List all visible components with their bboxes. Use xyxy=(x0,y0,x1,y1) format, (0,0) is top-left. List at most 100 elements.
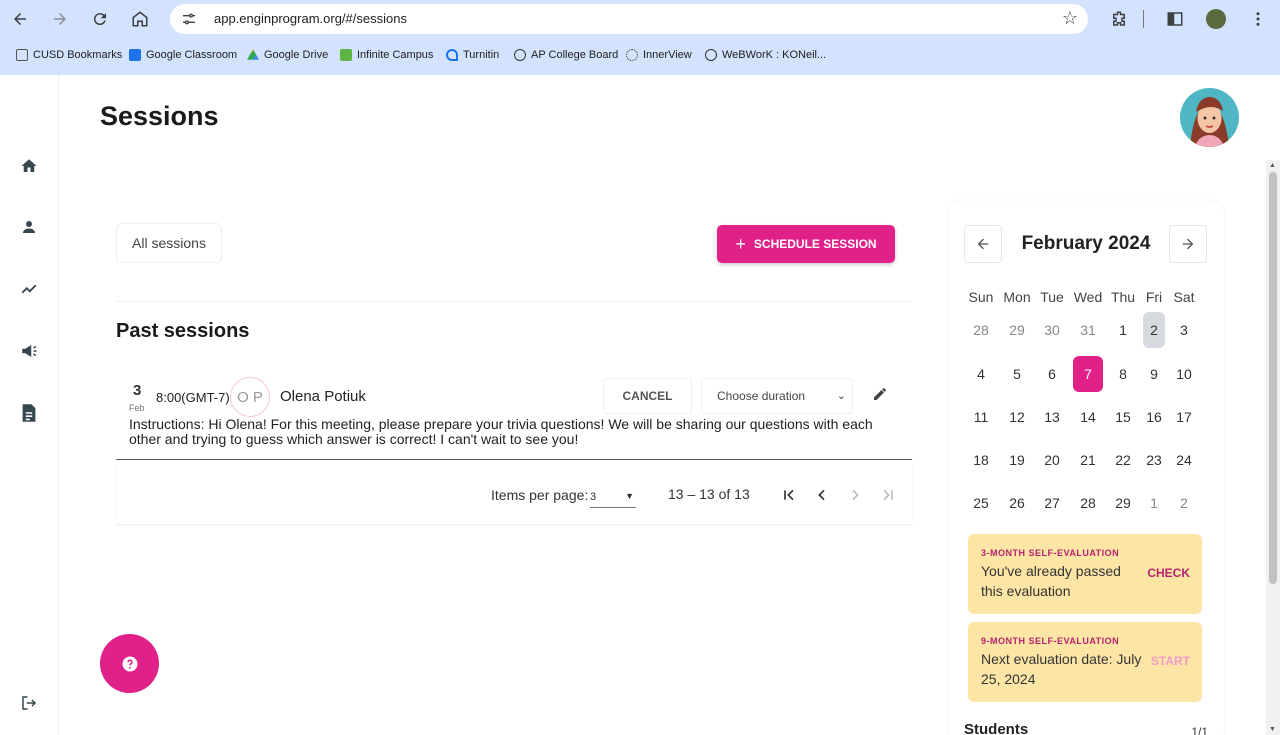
student-name[interactable]: Olena Potiuk xyxy=(280,388,366,405)
edit-pencil-icon[interactable] xyxy=(868,382,892,406)
calendar-day[interactable]: 19 xyxy=(1002,442,1032,478)
calendar-day[interactable]: 23 xyxy=(1139,442,1169,478)
back-icon[interactable] xyxy=(5,4,35,34)
calendar-day[interactable]: 11 xyxy=(966,399,996,435)
first-page-icon[interactable] xyxy=(776,482,802,508)
infinite-campus-icon xyxy=(340,49,352,61)
start-evaluation-button[interactable]: START xyxy=(1151,654,1190,668)
plus-icon: + xyxy=(735,233,746,254)
weekday-header: Fri xyxy=(1145,289,1163,305)
eval-text: Next evaluation date: July 25, 2024 xyxy=(981,651,1142,687)
home-icon[interactable] xyxy=(18,155,40,177)
weekday-header: Tue xyxy=(1040,289,1064,305)
session-instructions: Instructions: Hi Olena! For this meeting… xyxy=(129,416,873,447)
bookmark-star-icon[interactable]: ☆ xyxy=(1062,8,1078,29)
calendar-day[interactable]: 30 xyxy=(1037,312,1067,348)
calendar-day[interactable]: 8 xyxy=(1108,356,1138,392)
previous-page-icon[interactable] xyxy=(809,482,835,508)
progress-trend-icon[interactable] xyxy=(18,278,40,300)
calendar-day[interactable]: 13 xyxy=(1037,399,1067,435)
calendar-day[interactable]: 2 xyxy=(1143,312,1165,348)
calendar-day[interactable]: 27 xyxy=(1037,485,1067,521)
help-button[interactable] xyxy=(100,634,159,693)
next-page-icon[interactable] xyxy=(842,482,868,508)
bookmark-webwork[interactable]: WeBWorK : KONeil... xyxy=(705,49,826,61)
home-browser-icon[interactable] xyxy=(125,4,155,34)
calendar-month-title: February 2024 xyxy=(1021,233,1151,254)
calendar-day[interactable]: 18 xyxy=(966,442,996,478)
bookmark-innerview[interactable]: InnerView xyxy=(626,49,692,61)
dropdown-arrow-icon: ▼ xyxy=(625,491,634,501)
calendar-day[interactable]: 3 xyxy=(1169,312,1199,348)
calendar-day[interactable]: 29 xyxy=(1108,485,1138,521)
scroll-up-arrow-icon[interactable]: ▲ xyxy=(1269,162,1276,169)
calendar-day[interactable]: 29 xyxy=(1002,312,1032,348)
calendar-day[interactable]: 1 xyxy=(1108,312,1138,348)
classroom-icon xyxy=(129,49,141,61)
reload-icon[interactable] xyxy=(85,4,115,34)
check-evaluation-button[interactable]: CHECK xyxy=(1147,566,1190,580)
forward-icon[interactable] xyxy=(45,4,75,34)
schedule-session-button[interactable]: + SCHEDULE SESSION xyxy=(717,225,895,263)
calendar-day[interactable]: 15 xyxy=(1108,399,1138,435)
left-nav xyxy=(0,75,59,735)
site-settings-icon[interactable] xyxy=(178,9,200,29)
bookmark-ap-college-board[interactable]: AP College Board xyxy=(514,49,618,61)
calendar-day[interactable]: 17 xyxy=(1169,399,1199,435)
scroll-thumb[interactable] xyxy=(1269,172,1277,584)
all-sessions-filter[interactable]: All sessions xyxy=(116,223,222,263)
calendar-day[interactable]: 7 xyxy=(1073,356,1103,392)
calendar-card: February 2024 Sun Mon Tue Wed Thu Fri Sat 28 29 3… xyxy=(948,201,1224,735)
user-avatar[interactable] xyxy=(1180,88,1239,147)
calendar-day[interactable]: 2 xyxy=(1169,485,1199,521)
duration-placeholder: Choose duration xyxy=(717,389,806,403)
bookmarks-bar: CUSD Bookmarks Google Classroom Google D… xyxy=(0,46,1280,68)
profile-person-icon[interactable] xyxy=(18,216,40,238)
cancel-session-button[interactable]: CANCEL xyxy=(603,378,692,414)
items-per-page-value: 3 xyxy=(590,491,597,503)
document-icon[interactable] xyxy=(18,402,40,424)
calendar-day[interactable]: 12 xyxy=(1002,399,1032,435)
bookmark-infinite-campus[interactable]: Infinite Campus xyxy=(340,49,433,61)
side-panel-icon[interactable] xyxy=(1160,4,1190,34)
calendar-day[interactable]: 31 xyxy=(1073,312,1103,348)
calendar-day[interactable]: 9 xyxy=(1139,356,1169,392)
logout-icon[interactable] xyxy=(18,692,40,714)
bookmark-folder-cusd[interactable]: CUSD Bookmarks xyxy=(16,49,122,61)
calendar-day[interactable]: 21 xyxy=(1073,442,1103,478)
calendar-day[interactable]: 10 xyxy=(1169,356,1199,392)
calendar-day[interactable]: 4 xyxy=(966,356,996,392)
url-text[interactable]: app.enginprogram.org/#/sessions xyxy=(214,11,407,26)
calendar-day[interactable]: 5 xyxy=(1002,356,1032,392)
duration-select[interactable]: Choose duration ⌄ xyxy=(701,378,853,414)
calendar-day[interactable]: 16 xyxy=(1139,399,1169,435)
calendar-day[interactable]: 24 xyxy=(1169,442,1199,478)
calendar-day[interactable]: 1 xyxy=(1139,485,1169,521)
extensions-icon[interactable] xyxy=(1104,4,1134,34)
help-question-icon xyxy=(122,656,137,671)
calendar-day[interactable]: 6 xyxy=(1037,356,1067,392)
eval-card-3-month: 3-MONTH SELF-EVALUATION You've already p… xyxy=(968,534,1202,614)
weekday-header: Thu xyxy=(1110,289,1136,305)
calendar-day[interactable]: 25 xyxy=(966,485,996,521)
calendar-day[interactable]: 28 xyxy=(966,312,996,348)
bookmark-turnitin[interactable]: Turnitin xyxy=(446,49,499,61)
bookmark-google-classroom[interactable]: Google Classroom xyxy=(129,49,237,61)
items-per-page-select[interactable]: 3 ▼ xyxy=(590,486,636,508)
calendar-day[interactable]: 14 xyxy=(1073,399,1103,435)
calendar-day[interactable]: 28 xyxy=(1073,485,1103,521)
bookmark-google-drive[interactable]: Google Drive xyxy=(247,49,328,61)
announcements-megaphone-icon[interactable] xyxy=(18,340,40,362)
page-scrollbar[interactable]: ▲ ▼ xyxy=(1266,160,1280,735)
browser-menu-icon[interactable] xyxy=(1243,4,1273,34)
last-page-icon[interactable] xyxy=(875,482,901,508)
calendar-day[interactable]: 20 xyxy=(1037,442,1067,478)
chevron-down-icon: ⌄ xyxy=(836,390,846,402)
calendar-day[interactable]: 22 xyxy=(1108,442,1138,478)
scroll-down-arrow-icon[interactable]: ▼ xyxy=(1269,726,1276,733)
address-bar[interactable]: app.enginprogram.org/#/sessions ☆ xyxy=(170,4,1088,34)
calendar-day[interactable]: 26 xyxy=(1002,485,1032,521)
next-month-arrow-icon[interactable] xyxy=(1169,225,1207,263)
browser-toolbar: app.enginprogram.org/#/sessions ☆ xyxy=(0,0,1280,38)
profile-icon[interactable] xyxy=(1201,4,1231,34)
